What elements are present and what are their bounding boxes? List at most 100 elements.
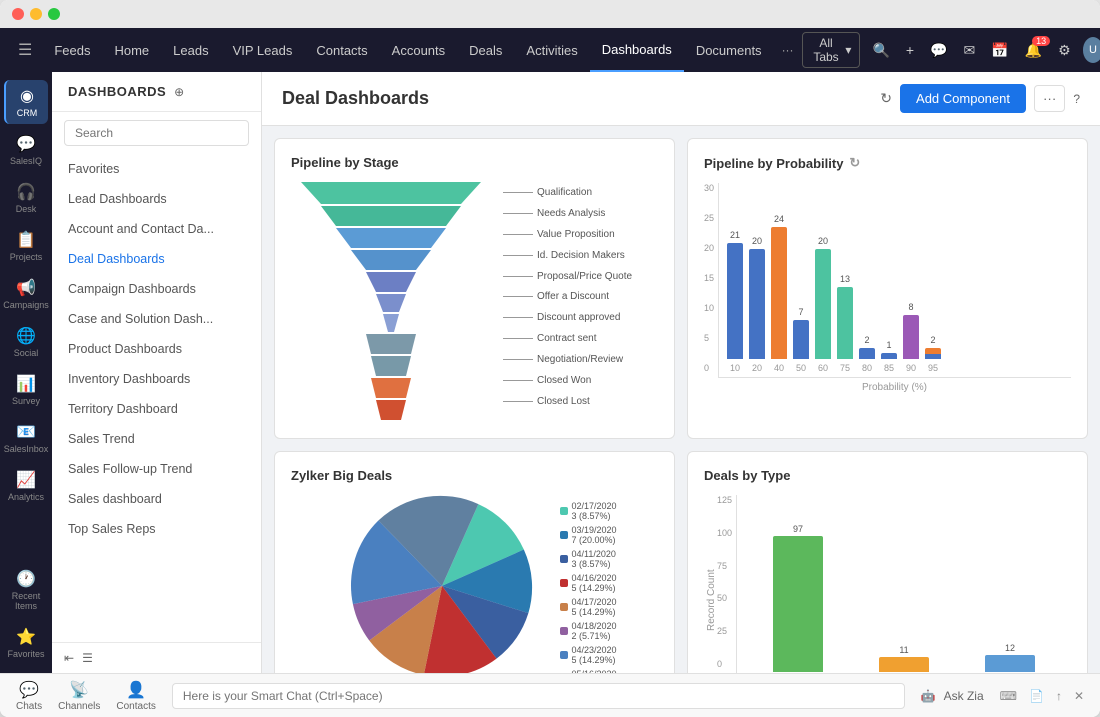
- bottom-icon-1[interactable]: ⌨: [1000, 689, 1017, 703]
- help-icon[interactable]: ?: [1073, 92, 1080, 106]
- nav-contacts[interactable]: Contacts: [304, 28, 379, 72]
- nav-accounts[interactable]: Accounts: [380, 28, 457, 72]
- bottom-icon-4[interactable]: ✕: [1074, 689, 1084, 703]
- nav-more-icon[interactable]: ···: [774, 43, 802, 57]
- deals-type-title: Deals by Type: [704, 468, 1071, 483]
- add-dashboard-icon[interactable]: ⊕: [174, 85, 184, 99]
- salesinbox-icon: 📧: [16, 422, 36, 442]
- main-content: Deal Dashboards ↻ Add Component ··· ? Pi…: [262, 72, 1100, 673]
- pie-label-0418: 04/18/20202 (5.71%): [560, 621, 616, 641]
- social-icon: 🌐: [16, 326, 36, 346]
- bar-10-blue: [727, 243, 743, 359]
- nav-sales-dashboard[interactable]: Sales dashboard: [52, 484, 261, 514]
- nav-feeds[interactable]: Feeds: [42, 28, 102, 72]
- nav-deals[interactable]: Deals: [457, 28, 514, 72]
- stage-closed-lost: Closed Lost: [503, 396, 632, 407]
- sidebar-item-survey[interactable]: 📊 Survey: [4, 368, 48, 412]
- user-avatar[interactable]: U: [1083, 37, 1100, 63]
- notifications-icon[interactable]: 🔔 13: [1021, 38, 1046, 63]
- probability-title: Pipeline by Probability ↻: [704, 155, 1071, 171]
- x-axis-label-probability: Probability (%): [718, 382, 1071, 393]
- funnel-container: Qualification Needs Analysis Value Propo…: [291, 182, 658, 422]
- header-actions: ↻ Add Component ··· ?: [880, 84, 1080, 113]
- collapse-icon[interactable]: ⇤: [64, 651, 74, 665]
- sidebar-item-salesinbox[interactable]: 📧 SalesInbox: [4, 416, 48, 460]
- sidebar-item-salesiq[interactable]: 💬 SalesIQ: [4, 128, 48, 172]
- sidebar-item-projects[interactable]: 📋 Projects: [4, 224, 48, 268]
- search-input[interactable]: [64, 120, 249, 146]
- panel-title: DASHBOARDS: [68, 84, 166, 99]
- list-view-icon[interactable]: ☰: [82, 651, 93, 665]
- nav-deal-dashboards[interactable]: Deal Dashboards: [52, 244, 261, 274]
- nav-campaign-dashboards[interactable]: Campaign Dashboards: [52, 274, 261, 304]
- nav-top-sales-reps[interactable]: Top Sales Reps: [52, 514, 261, 544]
- nav-lead-dashboards[interactable]: Lead Dashboards: [52, 184, 261, 214]
- nav-documents[interactable]: Documents: [684, 28, 774, 72]
- app-window: ☰ Feeds Home Leads VIP Leads Contacts Ac…: [0, 0, 1100, 717]
- nav-activities[interactable]: Activities: [514, 28, 589, 72]
- bar-95-blue: [925, 354, 941, 359]
- sidebar-item-crm[interactable]: ◉ CRM: [4, 80, 48, 124]
- bottom-bar: 💬 Chats 📡 Channels 👤 Contacts 🤖 Ask Zia …: [0, 673, 1100, 717]
- bottom-icon-2[interactable]: 📄: [1029, 689, 1044, 703]
- add-icon[interactable]: +: [902, 38, 918, 62]
- calendar-icon[interactable]: 📅: [987, 38, 1012, 63]
- refresh-icon[interactable]: ↻: [880, 90, 892, 107]
- stage-closed-won: Closed Won: [503, 375, 632, 386]
- sidebar-item-favorites[interactable]: ⭐ Favorites: [4, 621, 48, 665]
- sidebar-item-campaigns[interactable]: 📢 Campaigns: [4, 272, 48, 316]
- content-header: Deal Dashboards ↻ Add Component ··· ?: [262, 72, 1100, 126]
- projects-icon: 📋: [16, 230, 36, 250]
- contacts-tab[interactable]: 👤 Contacts: [116, 680, 155, 712]
- hamburger-menu[interactable]: ☰: [8, 40, 42, 60]
- survey-icon: 📊: [16, 374, 36, 394]
- smart-chat-input[interactable]: [172, 683, 905, 709]
- panel-footer: ⇤ ☰: [52, 642, 261, 673]
- chats-tab[interactable]: 💬 Chats: [16, 680, 42, 712]
- nav-product-dashboards[interactable]: Product Dashboards: [52, 334, 261, 364]
- nav-case-solution[interactable]: Case and Solution Dash...: [52, 304, 261, 334]
- mail-icon[interactable]: ✉: [960, 38, 980, 63]
- ask-zia[interactable]: 🤖 Ask Zia: [921, 689, 984, 703]
- nav-favorites[interactable]: Favorites: [52, 154, 261, 184]
- zia-icon: 🤖: [921, 689, 936, 703]
- salesiq-icon: 💬: [16, 134, 36, 154]
- nav-home[interactable]: Home: [102, 28, 161, 72]
- sidebar-item-analytics[interactable]: 📈 Analytics: [4, 464, 48, 508]
- bar-75-teal: [837, 287, 853, 359]
- all-tabs-button[interactable]: All Tabs ▾: [802, 32, 861, 68]
- smart-chat-icon[interactable]: 💬: [926, 38, 951, 63]
- sidebar-item-social[interactable]: 🌐 Social: [4, 320, 48, 364]
- sidebar-item-desk[interactable]: 🎧 Desk: [4, 176, 48, 220]
- nav-inventory-dashboards[interactable]: Inventory Dashboards: [52, 364, 261, 394]
- pipeline-by-stage-card: Pipeline by Stage: [274, 138, 675, 439]
- close-button[interactable]: [12, 8, 24, 20]
- chats-icon: 💬: [19, 680, 39, 700]
- refresh-prob-icon[interactable]: ↻: [849, 155, 860, 171]
- nav-sales-followup[interactable]: Sales Follow-up Trend: [52, 454, 261, 484]
- pie-label-0217: 02/17/20203 (8.57%): [560, 501, 616, 521]
- zylker-title: Zylker Big Deals: [291, 468, 658, 483]
- settings-icon[interactable]: ⚙: [1054, 38, 1075, 63]
- nav-vip-leads[interactable]: VIP Leads: [221, 28, 305, 72]
- stage-discount-approved: Discount approved: [503, 312, 632, 323]
- add-component-button[interactable]: Add Component: [900, 84, 1026, 113]
- channels-tab[interactable]: 📡 Channels: [58, 680, 100, 712]
- nav-account-contact[interactable]: Account and Contact Da...: [52, 214, 261, 244]
- search-icon[interactable]: 🔍: [868, 38, 893, 63]
- nav-territory-dashboard[interactable]: Territory Dashboard: [52, 394, 261, 424]
- more-options-button[interactable]: ···: [1034, 85, 1065, 112]
- nav-dashboards[interactable]: Dashboards: [590, 28, 684, 72]
- notification-badge: 13: [1032, 36, 1050, 46]
- probability-bars: 21 10 20 20: [718, 183, 1071, 378]
- desk-icon: 🎧: [16, 182, 36, 202]
- minimize-button[interactable]: [30, 8, 42, 20]
- bottom-icon-3[interactable]: ↑: [1056, 689, 1062, 703]
- nav-leads[interactable]: Leads: [161, 28, 220, 72]
- sidebar-item-recent[interactable]: 🕐 Recent Items: [4, 563, 48, 617]
- maximize-button[interactable]: [48, 8, 60, 20]
- bar-40-orange: [771, 227, 787, 359]
- zylker-big-deals-card: Zylker Big Deals: [274, 451, 675, 673]
- bar-50-blue: [793, 320, 809, 359]
- nav-sales-trend[interactable]: Sales Trend: [52, 424, 261, 454]
